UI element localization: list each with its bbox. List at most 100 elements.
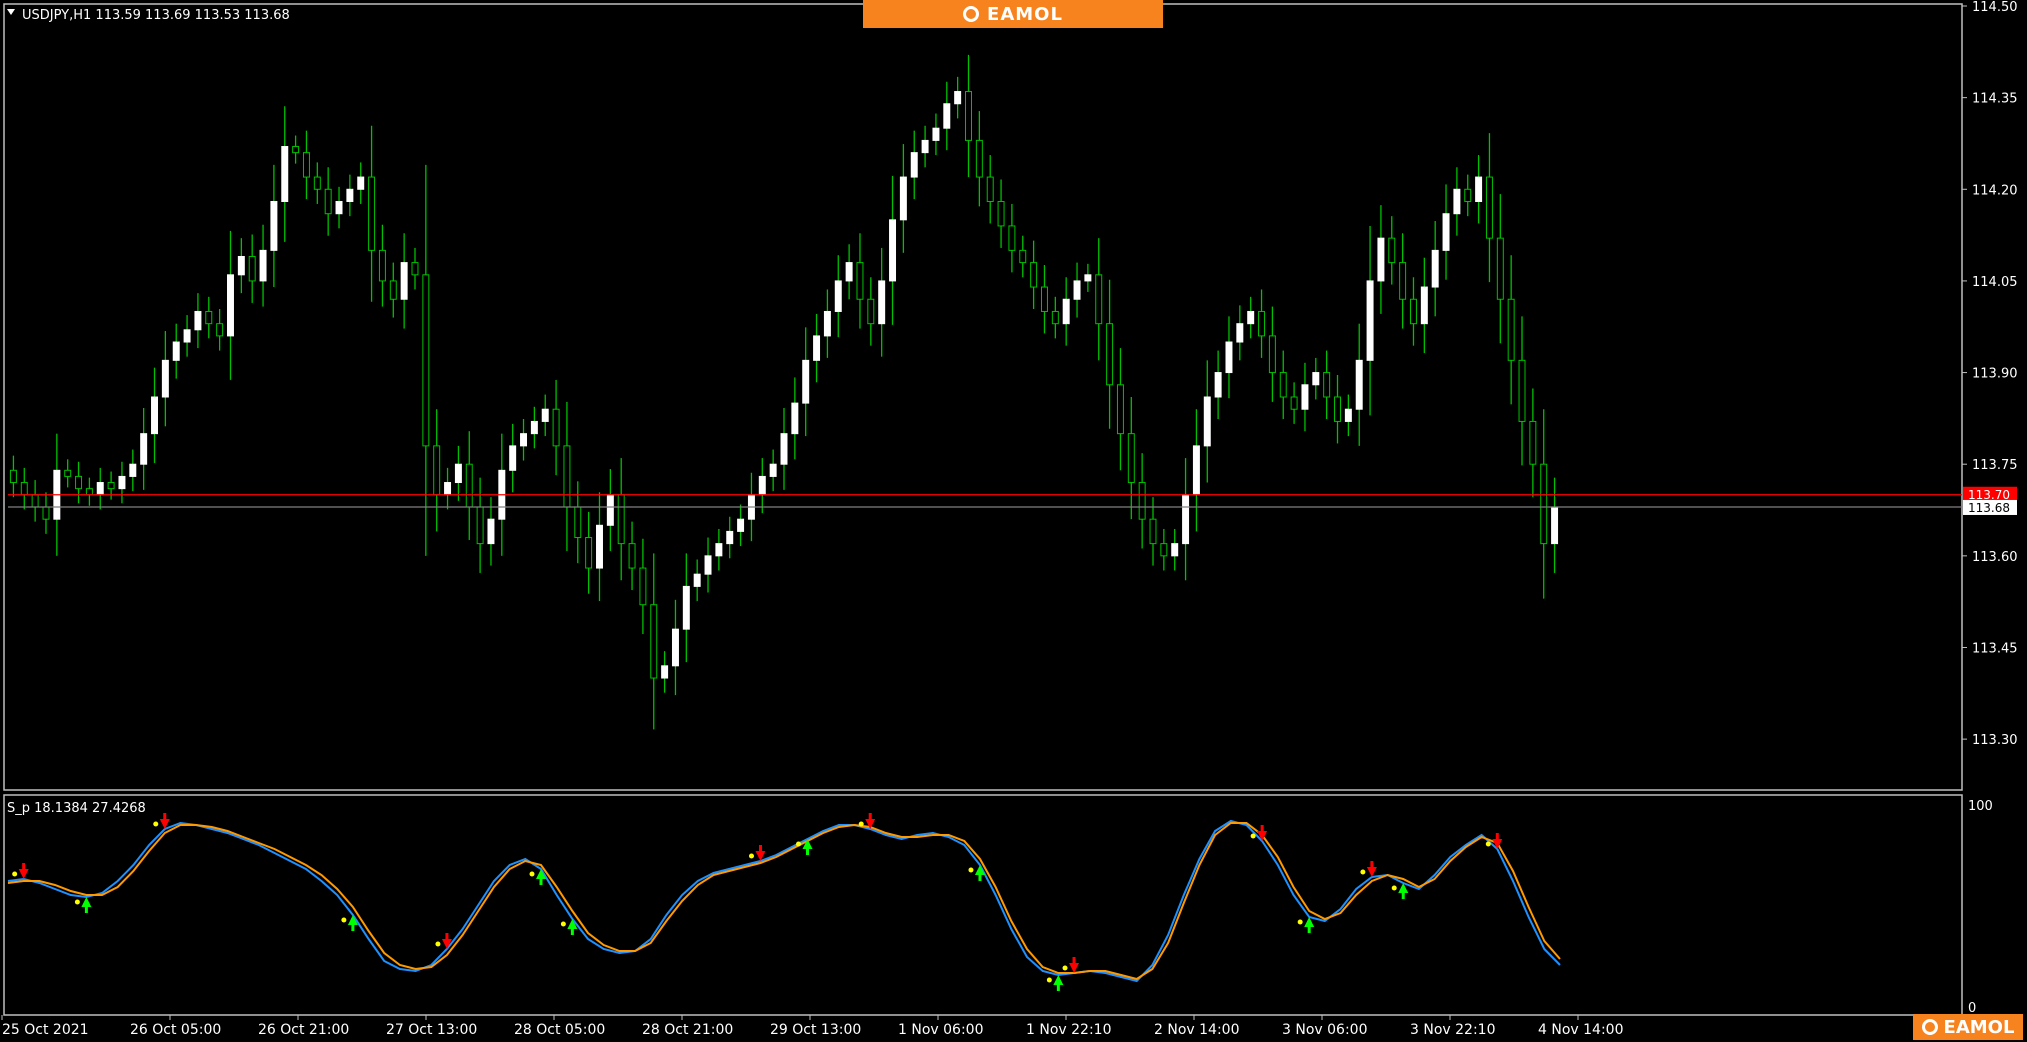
eamol-logo-icon <box>1921 1019 1938 1035</box>
candle-bull <box>1073 280 1081 300</box>
signal-dot <box>1062 965 1068 971</box>
candle-bull <box>1453 188 1461 215</box>
trading-chart[interactable]: 113.70113.68 114.50 114.35 114.20 114.05 113… <box>0 0 2027 1042</box>
candle-bull <box>237 255 245 276</box>
candle-bear <box>75 475 83 490</box>
candle-bear <box>411 262 419 276</box>
candle-bear <box>1051 310 1059 325</box>
signal-dot <box>74 899 80 905</box>
candle-bear <box>1030 262 1038 288</box>
candle-bull <box>715 543 723 557</box>
candle-bull <box>834 280 842 312</box>
candle-bull <box>118 475 126 490</box>
candle-bull <box>96 482 104 496</box>
candle-bull <box>758 475 766 496</box>
candle-bear <box>574 506 582 539</box>
candle-bear <box>867 298 875 325</box>
candle-bull <box>161 359 169 398</box>
candle-bear <box>465 463 473 508</box>
candle-bull <box>346 188 354 202</box>
eamol-ring-icon <box>963 6 980 22</box>
candle-bull <box>910 152 918 178</box>
candle-bull <box>1377 237 1385 282</box>
candle-bull <box>845 262 853 282</box>
candle-bear <box>965 91 972 141</box>
candle-bear <box>986 176 994 202</box>
candle-bull <box>693 573 701 587</box>
indicator-label: S_p 18.1384 27.4268 <box>7 801 146 816</box>
candle-bull <box>270 201 278 251</box>
candle-bear <box>1279 372 1287 398</box>
candle-bear <box>1409 298 1417 325</box>
candle-bull <box>932 127 940 141</box>
candle-bear <box>107 482 115 490</box>
candle-bear <box>1496 237 1504 300</box>
price-tick-label: 114.05 <box>1972 275 2018 290</box>
candle-bull <box>1366 280 1374 361</box>
candle-bear <box>1507 298 1515 361</box>
signal-dot <box>435 941 441 947</box>
candle-bear <box>1008 225 1016 251</box>
time-tick-label: 1 Nov 06:00 <box>898 1022 983 1038</box>
candle-bull <box>1182 494 1190 545</box>
candle-bull <box>509 445 517 471</box>
candle-bear <box>302 152 310 178</box>
candle-bear <box>628 543 636 569</box>
candle-bull <box>1344 408 1352 422</box>
candle-bear <box>563 445 571 508</box>
candle-bear <box>292 146 300 154</box>
candle-bear <box>1127 433 1135 484</box>
candle-bull <box>671 628 679 667</box>
candle-bull <box>1355 359 1363 410</box>
candle-bull <box>889 219 897 282</box>
candle-bull <box>769 463 777 477</box>
time-tick-label: 1 Nov 22:10 <box>1026 1022 1111 1038</box>
candle-bear <box>1464 188 1472 202</box>
signal-dot <box>1391 885 1397 891</box>
brand-banner[interactable]: EAMOL <box>863 0 1163 28</box>
candle-bull <box>1551 506 1559 545</box>
candle-bear <box>1095 274 1103 325</box>
candle-bull <box>1171 543 1179 557</box>
candle-bear <box>216 323 224 337</box>
candle-bull <box>813 335 821 361</box>
candle-bull <box>520 433 528 447</box>
time-tick-label: 28 Oct 21:00 <box>642 1022 733 1038</box>
candle-bear <box>1388 237 1396 264</box>
candle-bear <box>1116 384 1124 435</box>
candle-bear <box>248 255 256 282</box>
signal-dot <box>1250 833 1256 839</box>
candle-bull <box>606 494 614 526</box>
candle-bull <box>726 530 734 545</box>
signal-dot <box>968 867 974 873</box>
candle-bear <box>1040 286 1048 312</box>
price-tick-label: 113.60 <box>1972 550 2018 565</box>
candle-bear <box>389 280 397 300</box>
candle-bear <box>422 274 430 447</box>
candle-bull <box>1236 323 1244 343</box>
signal-dot <box>341 917 347 923</box>
candle-bear <box>313 176 321 190</box>
chart-header: USDJPY,H1 113.59 113.69 113.53 113.68 <box>7 8 290 23</box>
candle-bear <box>31 494 39 508</box>
signal-dot <box>1485 841 1491 847</box>
candle-bear <box>1485 176 1493 239</box>
candle-bear <box>1258 310 1266 337</box>
signal-dot <box>1046 977 1052 983</box>
candle-bear <box>1268 335 1276 374</box>
candle-bull <box>899 176 907 221</box>
candle-bull <box>1192 445 1200 496</box>
corner-logo[interactable]: EAMOL <box>1913 1014 2023 1040</box>
candle-bull <box>172 341 180 361</box>
candle-bull <box>596 524 603 569</box>
candle-bull <box>530 420 538 435</box>
price-tick-label: 114.20 <box>1972 183 2018 198</box>
candle-bear <box>1540 463 1548 545</box>
candle-bull <box>140 433 148 465</box>
candle-bear <box>639 567 647 606</box>
signal-dot <box>153 821 159 827</box>
candle-bear <box>64 469 72 477</box>
signal-dot <box>858 821 864 827</box>
candle-bear <box>1323 372 1331 398</box>
candle-bull <box>1062 298 1070 325</box>
